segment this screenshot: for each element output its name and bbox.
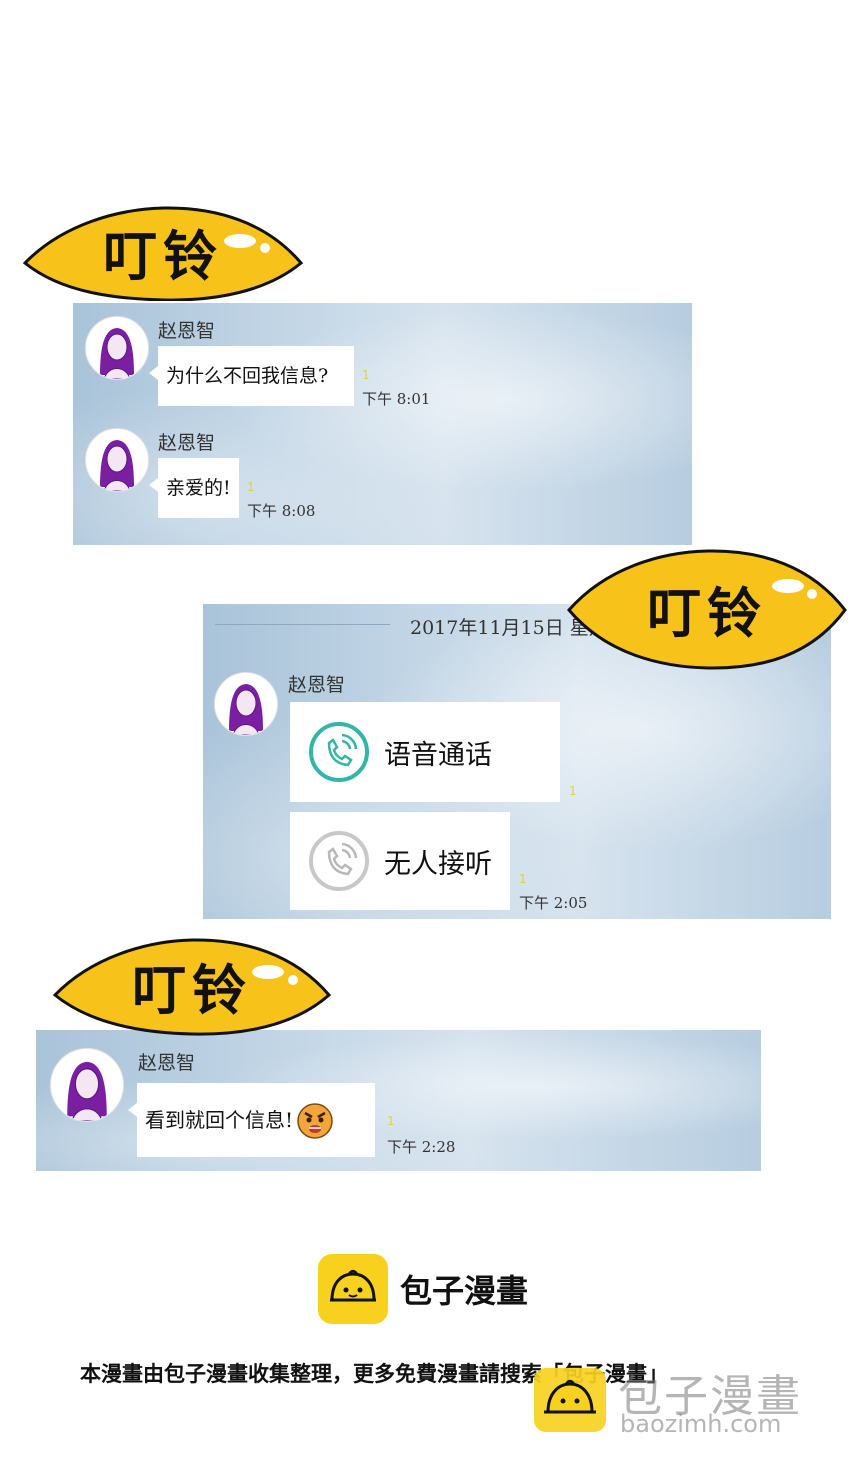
message-time: 下午 8:08 bbox=[247, 502, 316, 520]
sound-effect-text: 叮铃 bbox=[647, 581, 767, 645]
missed-call-icon bbox=[308, 830, 370, 892]
bun-logo-icon bbox=[318, 1254, 388, 1324]
phone-call-icon bbox=[308, 721, 370, 783]
avatar-portrait-icon bbox=[229, 684, 263, 735]
date-divider bbox=[215, 624, 390, 625]
avatar[interactable] bbox=[85, 316, 149, 380]
sound-effect-text: 叮铃 bbox=[132, 958, 252, 1022]
sender-name: 赵恩智 bbox=[158, 320, 216, 342]
message-bubble[interactable]: 亲爱的! bbox=[149, 458, 239, 518]
sound-effect-bubble: 叮铃 bbox=[22, 205, 304, 301]
sender-name: 赵恩智 bbox=[288, 674, 346, 696]
message-bubble[interactable]: 看到就回个信息! bbox=[128, 1083, 375, 1157]
sound-effect-text: 叮铃 bbox=[103, 224, 223, 288]
brand-logo-row[interactable]: 包子漫畫 bbox=[318, 1254, 528, 1324]
call-label: 语音通话 bbox=[384, 739, 492, 771]
read-mark: 1 bbox=[247, 480, 255, 494]
angry-face-icon bbox=[295, 1100, 335, 1140]
message-time: 下午 2:05 bbox=[519, 894, 588, 912]
message-bubble[interactable]: 为什么不回我信息? bbox=[149, 346, 354, 406]
watermark-logo-icon bbox=[534, 1368, 606, 1432]
message-time: 下午 8:01 bbox=[362, 390, 431, 408]
watermark-url: baozimh.com bbox=[620, 1410, 782, 1438]
sender-name: 赵恩智 bbox=[138, 1052, 196, 1074]
call-label: 无人接听 bbox=[384, 848, 492, 880]
read-mark: 1 bbox=[362, 368, 370, 382]
voice-call-bubble[interactable]: 语音通话 bbox=[290, 702, 560, 802]
avatar[interactable] bbox=[50, 1048, 124, 1122]
avatar-portrait-icon bbox=[100, 440, 134, 491]
read-mark: 1 bbox=[387, 1114, 395, 1128]
read-mark: 1 bbox=[519, 872, 527, 886]
message-text: 看到就回个信息! bbox=[145, 1108, 294, 1132]
message-text: 为什么不回我信息? bbox=[166, 364, 329, 387]
sound-effect-bubble: 叮铃 bbox=[52, 937, 332, 1037]
avatar[interactable] bbox=[214, 672, 278, 736]
avatar-portrait-icon bbox=[67, 1061, 107, 1121]
message-time: 下午 2:28 bbox=[387, 1138, 456, 1156]
avatar[interactable] bbox=[85, 428, 149, 492]
message-text: 亲爱的! bbox=[166, 476, 231, 499]
sender-name: 赵恩智 bbox=[158, 432, 216, 454]
brand-name: 包子漫畫 bbox=[400, 1272, 529, 1310]
read-mark: 1 bbox=[569, 784, 577, 798]
watermark: 包子漫畫 baozimh.com bbox=[534, 1360, 834, 1440]
avatar-portrait-icon bbox=[100, 328, 134, 379]
sound-effect-bubble: 叮铃 bbox=[566, 548, 848, 671]
missed-call-bubble[interactable]: 无人接听 bbox=[290, 812, 510, 910]
